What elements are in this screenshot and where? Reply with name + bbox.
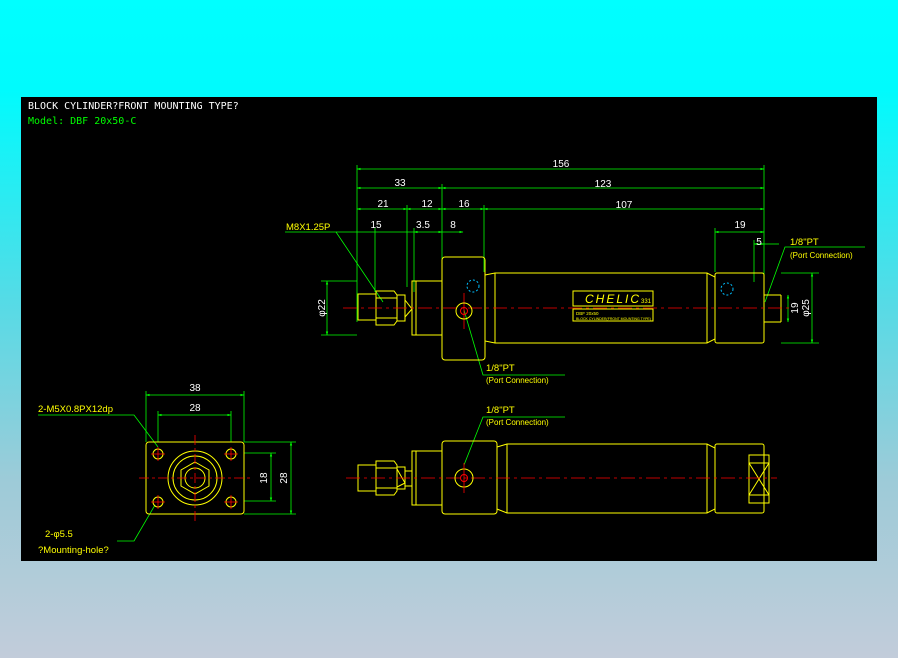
dim-123: 123 [595, 179, 612, 190]
dim-dia22: φ22 [317, 299, 328, 317]
thread-holes-label: 2-M5X0.8PX12dp [38, 404, 113, 415]
port-top-note: (Port Connection) [486, 418, 549, 427]
side-view: 156 33 123 21 12 16 107 15 3.5 8 19 5 M8… [285, 159, 865, 385]
cad-drawing-canvas: BLOCK CYLINDER?FRONT MOUNTING TYPE? Mode… [21, 97, 877, 561]
dim-33: 33 [394, 178, 406, 189]
mount-note: ?Mounting-hole? [38, 545, 109, 556]
dim-15: 15 [370, 220, 382, 231]
port-top-size: 1/8"PT [486, 405, 515, 416]
dim-5: 5 [756, 237, 762, 248]
plate-line1: DBF 20x50 [576, 311, 599, 316]
dim-156: 156 [553, 159, 570, 170]
dim-3-5: 3.5 [416, 220, 430, 231]
dim-21: 21 [377, 199, 389, 210]
drawing-title: BLOCK CYLINDER?FRONT MOUNTING TYPE? [28, 101, 239, 112]
top-view: 1/8"PT (Port Connection) [346, 405, 777, 515]
dim-dia25: φ25 [801, 299, 812, 317]
dim-28-right: 28 [279, 472, 290, 484]
front-view: 38 28 18 28 2-M5X0.8PX12dp 2-φ5.5 ?Mount… [38, 383, 296, 556]
port-front-size: 1/8"PT [486, 363, 515, 374]
drawing-svg: BLOCK CYLINDER?FRONT MOUNTING TYPE? Mode… [28, 101, 865, 556]
dim-18: 18 [259, 472, 270, 484]
thread-label: M8X1.25P [286, 222, 330, 233]
brand-code: 331 [641, 299, 652, 305]
model-label: Model: DBF 20x50-C [28, 116, 136, 127]
mount-holes-label: 2-φ5.5 [45, 529, 73, 540]
port-rear-marker [720, 282, 734, 296]
dim-28-top: 28 [189, 403, 201, 414]
dim-107: 107 [616, 200, 633, 211]
dim-19: 19 [734, 220, 746, 231]
dim-19-end: 19 [790, 302, 801, 314]
dim-8: 8 [450, 220, 456, 231]
dim-12: 12 [421, 199, 433, 210]
plate-line2: BLOCK CYLINDER(FRONT MOUNTING TYPE) [576, 317, 651, 321]
brand-logo: CHELIC [585, 292, 641, 306]
port-right-note: (Port Connection) [790, 251, 853, 260]
dim-16: 16 [458, 199, 470, 210]
port-top-marker [466, 279, 480, 293]
port-right-size: 1/8"PT [790, 237, 819, 248]
dim-38: 38 [189, 383, 201, 394]
port-front-note: (Port Connection) [486, 376, 549, 385]
